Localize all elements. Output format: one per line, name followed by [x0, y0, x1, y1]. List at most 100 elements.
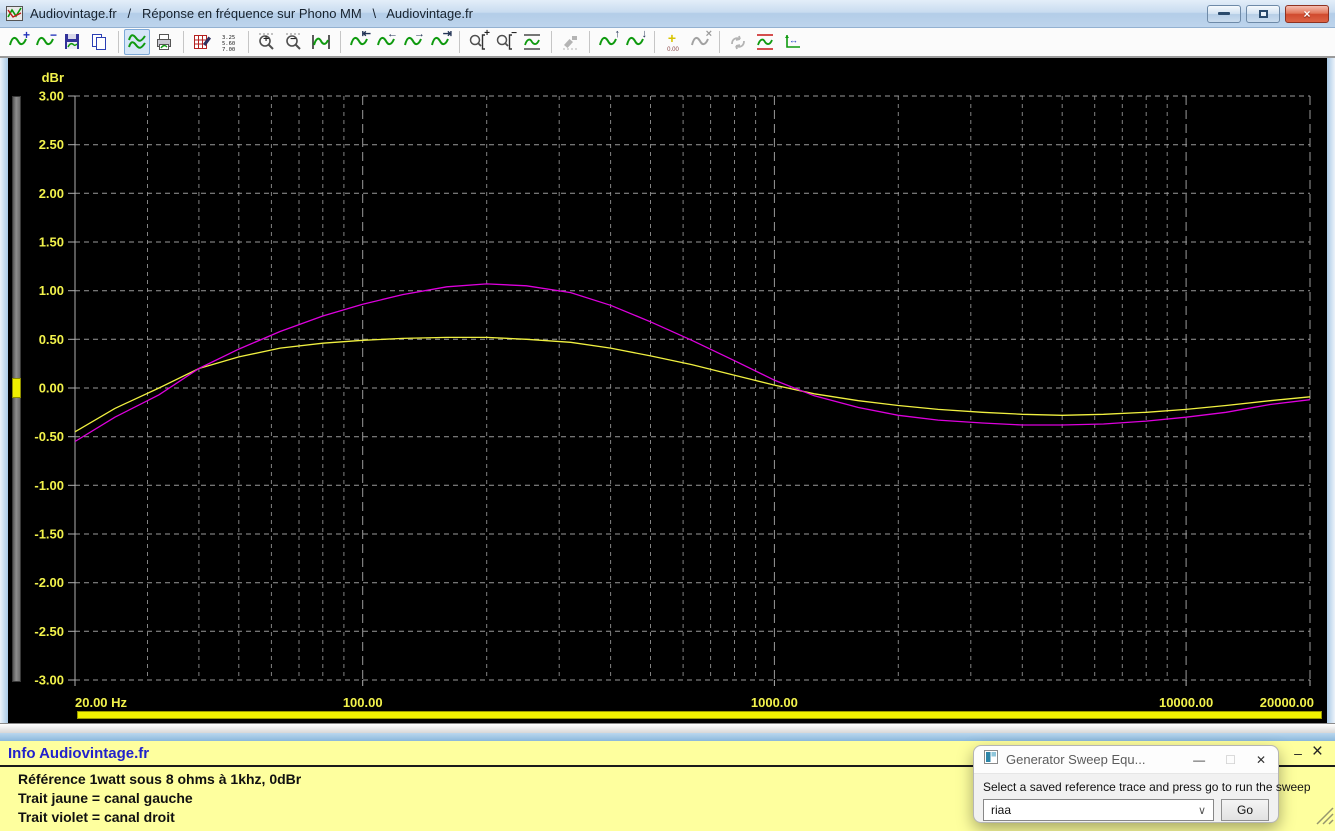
y-tick-label: -0.50 [34, 429, 64, 444]
minimize-icon [1218, 12, 1230, 15]
toolbar-group: + − [465, 29, 546, 55]
toolbar-separator [459, 31, 460, 53]
vertical-range-marker[interactable] [12, 378, 21, 398]
dialog-controls: — ☐ ✕ [1193, 754, 1266, 766]
svg-text:7.00: 7.00 [222, 47, 235, 52]
go-button-label: Go [1236, 803, 1253, 817]
toolbar-separator [589, 31, 590, 53]
restore-button[interactable] [1246, 4, 1280, 23]
fit-trace-icon[interactable] [308, 29, 334, 55]
scroll-left-icon-glyph: ← [387, 28, 398, 40]
window-title: Audiovintage.fr / Réponse en fréquence s… [30, 6, 473, 21]
zoom-in-icon[interactable]: + [254, 29, 280, 55]
toolbar-group: +0.00 × [660, 29, 714, 55]
generator-sweep-dialog: Generator Sweep Equ... — ☐ ✕ Select a sa… [973, 745, 1311, 823]
title-bar: Audiovintage.fr / Réponse en fréquence s… [0, 0, 1335, 28]
scroll-left-icon[interactable]: ← [373, 29, 399, 55]
x-tick-label: 20.00 Hz [75, 695, 128, 710]
chevron-down-icon[interactable]: ∨ [1198, 804, 1206, 817]
subtract-trace-icon[interactable]: − [32, 29, 58, 55]
reference-trace-combobox[interactable]: riaa ∨ [983, 799, 1214, 821]
trace-right-channel [74, 283, 1311, 443]
status-strip [0, 723, 1335, 733]
y-tick-label: -3.00 [34, 673, 64, 688]
zoom-out-icon[interactable]: − [281, 29, 307, 55]
close-icon: × [1303, 6, 1311, 21]
toolbar-group [124, 29, 178, 55]
limits-icon[interactable] [752, 29, 778, 55]
show-values-icon[interactable]: 3.25 5.60 7.00 [216, 29, 242, 55]
svg-text:+: + [668, 32, 676, 46]
dialog-icon [984, 750, 998, 769]
trace-left-channel [74, 336, 1311, 433]
y-tick-label: 1.00 [39, 283, 64, 298]
clear-marker-icon: × [687, 29, 713, 55]
dialog-message: Select a saved reference trace and press… [983, 780, 1311, 794]
toolbar-separator [551, 31, 552, 53]
dialog-close-icon[interactable]: ✕ [1256, 754, 1266, 766]
horizontal-range-bar[interactable] [77, 711, 1322, 719]
add-marker-icon[interactable]: +0.00 [660, 29, 686, 55]
y-tick-label: -2.50 [34, 624, 64, 639]
scroll-start-icon[interactable]: ⇤ [346, 29, 372, 55]
toolbar-group: ↑ ↓ [595, 29, 649, 55]
shift-up-icon[interactable]: ↑ [595, 29, 621, 55]
dialog-title: Generator Sweep Equ... [1006, 752, 1146, 767]
window-frame-left [0, 58, 8, 723]
toolbar-separator [654, 31, 655, 53]
x-tick-label: 1000.00 [751, 695, 798, 710]
y-axis-unit-label: dBr [42, 70, 64, 85]
grid [68, 95, 1311, 686]
zoom-in-icon-glyph: + [263, 34, 269, 45]
go-button[interactable]: Go [1221, 799, 1269, 821]
close-button[interactable]: × [1285, 4, 1329, 23]
toolbar: + −3.25 5.60 7.00 + − ⇤ ← → ⇥ + − ↑ ↓ +0.00 × ↔ [0, 28, 1335, 58]
save-trace-icon[interactable] [59, 29, 85, 55]
combobox-value: riaa [991, 803, 1012, 817]
resize-grip-icon[interactable] [1310, 801, 1334, 830]
app-icon [6, 6, 23, 21]
scroll-start-icon-glyph: ⇤ [361, 28, 371, 40]
dialog-minimize-icon[interactable]: — [1193, 754, 1205, 766]
subtract-trace-icon-glyph: − [49, 28, 57, 42]
toolbar-group [557, 29, 584, 55]
toolbar-group: 3.25 5.60 7.00 [189, 29, 243, 55]
info-panel-controls: – × [1294, 742, 1323, 762]
toolbar-separator [719, 31, 720, 53]
chart-area: 3.00 2.50 2.00 1.50 1.00 0.50 0.00 -0.50 -1.00 -1… [8, 58, 1327, 723]
shift-down-icon[interactable]: ↓ [622, 29, 648, 55]
toolbar-separator [183, 31, 184, 53]
window-frame-right [1327, 58, 1335, 723]
info-panel-minimize-icon[interactable]: – [1294, 744, 1302, 762]
zoom-x-in-icon-glyph: + [484, 28, 490, 39]
info-panel-close-icon[interactable]: × [1312, 742, 1323, 761]
svg-text:0.00: 0.00 [667, 47, 679, 52]
scroll-right-icon[interactable]: → [400, 29, 426, 55]
autoscale-icon[interactable] [519, 29, 545, 55]
minimize-button[interactable] [1207, 4, 1241, 23]
print-graph-icon[interactable] [151, 29, 177, 55]
y-tick-label: -1.50 [34, 527, 64, 542]
y-tick-label: 1.50 [39, 235, 64, 250]
zoom-x-out-icon[interactable]: − [492, 29, 518, 55]
toolbar-separator [118, 31, 119, 53]
zoom-x-in-icon[interactable]: + [465, 29, 491, 55]
toolbar-group: ⇤ ← → ⇥ [346, 29, 454, 55]
edit-info-icon[interactable] [189, 29, 215, 55]
x-tick-label: 20000.00 [1260, 695, 1314, 710]
refresh-icon-disabled [725, 29, 751, 55]
add-trace-icon[interactable]: + [5, 29, 31, 55]
zoom-x-out-icon-glyph: − [511, 28, 517, 39]
window-controls: × [1207, 4, 1329, 23]
copy-graph-icon[interactable] [86, 29, 112, 55]
dialog-title-bar[interactable]: Generator Sweep Equ... — ☐ ✕ [974, 746, 1278, 774]
toolbar-separator [248, 31, 249, 53]
dialog-input-row: riaa ∨ Go [974, 799, 1278, 821]
axis-setup-icon[interactable]: ↔ [779, 29, 805, 55]
scroll-end-icon[interactable]: ⇥ [427, 29, 453, 55]
toolbar-group: + − [5, 29, 113, 55]
y-tick-label: 0.50 [39, 332, 64, 347]
show-graph-icon[interactable] [124, 29, 150, 55]
chart-svg: 3.00 2.50 2.00 1.50 1.00 0.50 0.00 -0.50 -1.00 -1… [34, 70, 1314, 710]
x-tick-label: 100.00 [343, 695, 383, 710]
